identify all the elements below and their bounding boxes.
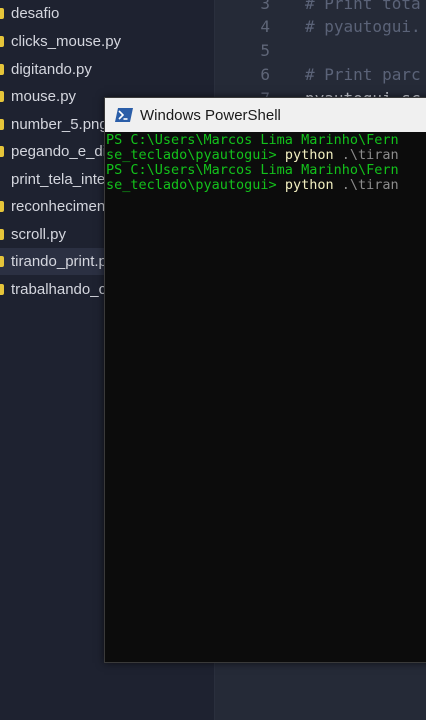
file-label: scroll.py [11,226,67,243]
file-label: desafio [11,5,60,22]
prompt-text: PS C:\Users\Marcos Lima Marinho\Fern [106,162,399,178]
line-number: 5 [260,41,270,60]
powershell-icon [115,108,133,122]
terminal-line: se_teclado\pyautogui> python .\tiran [106,178,399,193]
modified-marker [0,201,4,212]
code-line: 6 # Print parc [215,65,426,89]
prompt-text: se_teclado\pyautogui> [106,147,285,163]
powershell-window[interactable]: Windows PowerShell PS C:\Users\Marcos Li… [104,97,426,663]
file-label: tirando_print.py [11,253,115,270]
code-line: 3 # Print tota [215,0,426,18]
command-argument: .\tiran [333,147,399,163]
modified-marker [0,256,4,267]
line-number: 4 [260,17,270,36]
code-text: # Print tota [305,0,421,13]
file-label: clicks_mouse.py [11,33,122,50]
command-text: python [284,177,334,193]
modified-marker [0,36,4,47]
window-title: Windows PowerShell [140,107,281,124]
terminal-output[interactable]: PS C:\Users\Marcos Lima Marinho\Fern se_… [105,132,426,662]
code-line: 4 # pyautogui. [215,17,426,41]
line-number: 3 [260,0,270,13]
screen: desafio clicks_mouse.py digitando.py mou… [0,0,426,720]
prompt-text: PS C:\Users\Marcos Lima Marinho\Fern [106,132,399,148]
code-text: # Print parc [305,65,421,84]
modified-marker [0,91,4,102]
file-label: number_5.png [11,116,108,133]
modified-marker [0,284,4,295]
terminal-line: PS C:\Users\Marcos Lima Marinho\Fern [106,133,399,148]
code-text: # pyautogui. [305,17,421,36]
modified-marker [0,146,4,157]
modified-marker [0,64,4,75]
terminal-line: PS C:\Users\Marcos Lima Marinho\Fern [106,163,399,178]
line-number: 6 [260,65,270,84]
command-argument: .\tiran [333,177,399,193]
file-item-desafio[interactable]: desafio [0,0,214,27]
code-line: 5 [215,41,426,65]
file-item-digitando[interactable]: digitando.py [0,56,214,83]
prompt-text: se_teclado\pyautogui> [106,177,285,193]
file-label: digitando.py [11,61,92,78]
modified-marker [0,8,4,19]
file-label: mouse.py [11,88,77,105]
command-text: python [284,147,334,163]
modified-marker [0,229,4,240]
powershell-titlebar[interactable]: Windows PowerShell [105,98,426,132]
modified-marker [0,119,4,130]
file-item-clicks-mouse[interactable]: clicks_mouse.py [0,28,214,55]
terminal-line: se_teclado\pyautogui> python .\tiran [106,148,399,163]
